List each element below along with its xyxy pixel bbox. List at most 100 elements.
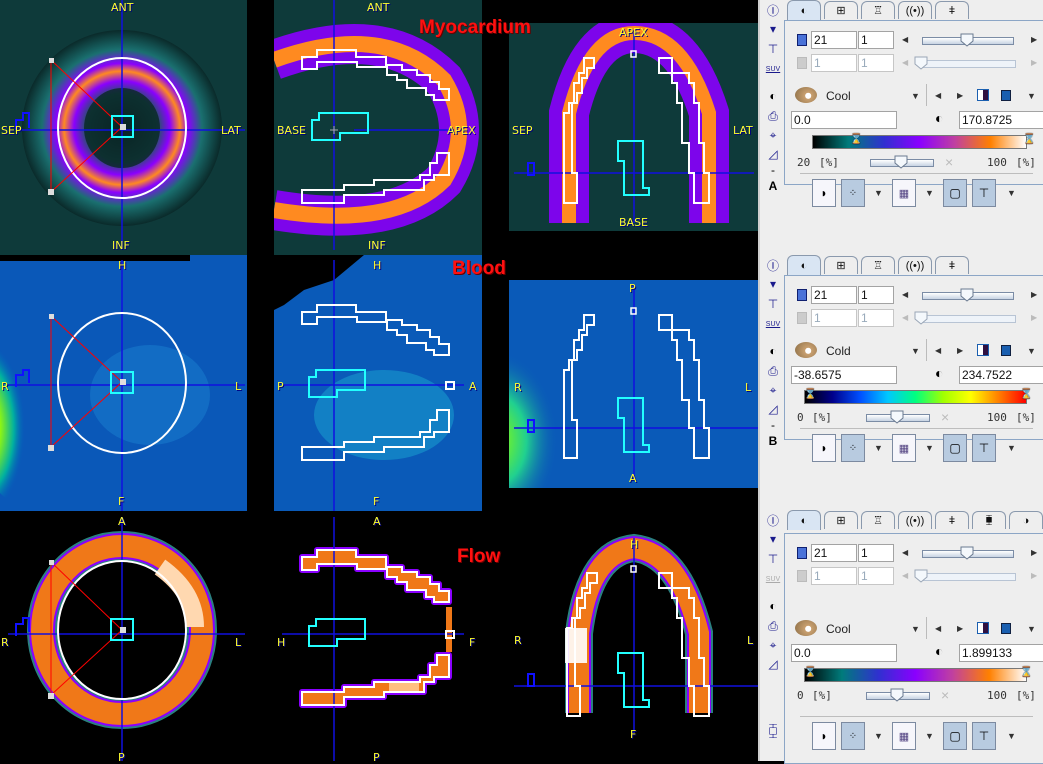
tab-display[interactable]: ◐ [787, 510, 821, 530]
colormap-dropdown[interactable]: ▼ [911, 91, 920, 101]
tab-3d[interactable]: ◑ [1009, 511, 1043, 529]
grid-dropdown[interactable]: ▼ [925, 731, 934, 741]
overlay-mode-button[interactable]: ◗ [812, 179, 836, 207]
tab-layout[interactable]: ⊞ [824, 511, 858, 529]
annotation-dropdown[interactable]: ▼ [1007, 731, 1016, 741]
annotation-button[interactable]: ⊤ [972, 179, 996, 207]
network-icon[interactable]: ⊤ [764, 41, 782, 57]
slice-slider-thumb[interactable] [960, 546, 974, 560]
blood-sagittal-view[interactable]: H F P A [274, 255, 482, 511]
contour-button[interactable]: ▢ [943, 179, 967, 207]
blood-coronal-view[interactable]: P A R L [509, 280, 758, 488]
grid-button[interactable]: ▦ [892, 179, 916, 207]
suv-icon[interactable]: SUV [764, 61, 782, 77]
crosshair-icon[interactable]: ⌖ [764, 637, 782, 653]
tab-tools[interactable]: ǂ [935, 1, 969, 19]
max-value-field[interactable]: 1.899133 [959, 644, 1043, 662]
tab-segmentation[interactable]: ♖ [861, 1, 895, 19]
crosshair-icon[interactable]: ⌖ [764, 127, 782, 143]
roi-display-dropdown[interactable]: ▼ [874, 731, 883, 741]
colormap-prev-button[interactable]: ◀ [935, 625, 941, 633]
roi-display-button[interactable]: ⁘ [841, 179, 865, 207]
network-icon[interactable]: ⊤ [764, 296, 782, 312]
colorbar-upper-handle[interactable]: ⌛ [1020, 389, 1032, 400]
roi-display-button[interactable]: ⁘ [841, 434, 865, 462]
colormap-name[interactable]: Cool [826, 622, 851, 636]
tab-segmentation[interactable]: ♖ [861, 256, 895, 274]
annotation-button[interactable]: ⊤ [972, 434, 996, 462]
colorbar[interactable] [804, 390, 1027, 404]
grid-button[interactable]: ▦ [892, 722, 916, 750]
suv-icon[interactable]: SUV [764, 316, 782, 332]
slice-next-button[interactable]: ▶ [1031, 291, 1037, 299]
colormap-prev-button[interactable]: ◀ [935, 92, 941, 100]
gamma-slider-thumb[interactable] [890, 410, 904, 424]
gamma-slider-thumb[interactable] [894, 155, 908, 169]
myocardium-short-axis-view[interactable]: ANT INF SEP LAT [0, 0, 247, 255]
colormap-options-dropdown[interactable]: ▼ [1027, 346, 1036, 356]
contour-button[interactable]: ▢ [943, 722, 967, 750]
colorbar[interactable] [812, 135, 1027, 149]
contrast-icon[interactable]: ◐ [764, 88, 782, 104]
overlay-mode-button[interactable]: ◗ [812, 722, 836, 750]
annotation-dropdown[interactable]: ▼ [1007, 188, 1016, 198]
slice-prev-button[interactable]: ◀ [902, 549, 908, 557]
auto-range-icon[interactable]: ◐ [935, 111, 943, 125]
colormap-dropdown[interactable]: ▼ [911, 346, 920, 356]
flow-sagittal-view[interactable]: A P H F [274, 512, 482, 761]
export-icon[interactable]: ⧮ [764, 722, 782, 739]
slice-number-field[interactable]: 21 [811, 31, 857, 49]
tab-segmentation[interactable]: ♖ [861, 511, 895, 529]
palette-icon[interactable] [795, 342, 817, 358]
info-icon[interactable]: Ⓘ [764, 512, 782, 528]
print-icon[interactable]: ⎙ [764, 618, 782, 634]
contrast-icon[interactable]: ◐ [764, 598, 782, 614]
info-icon[interactable]: Ⓘ [764, 257, 782, 273]
colorbar-lower-handle[interactable]: ⌛ [850, 134, 862, 145]
blood-transaxial-view[interactable]: H F R L [0, 255, 247, 511]
roi-display-dropdown[interactable]: ▼ [874, 443, 883, 453]
tab-dynamic[interactable]: ((•)) [898, 1, 932, 19]
reset-gamma-icon[interactable]: × [941, 687, 949, 703]
annotation-button[interactable]: ⊤ [972, 722, 996, 750]
slice-prev-button[interactable]: ◀ [902, 291, 908, 299]
slice-slider-thumb[interactable] [960, 288, 974, 302]
print-icon[interactable]: ⎙ [764, 108, 782, 124]
reset-gamma-icon[interactable]: × [945, 154, 953, 170]
colorbar-upper-handle[interactable]: ⌛ [1023, 134, 1035, 145]
histogram-icon[interactable]: ◿ [764, 401, 782, 417]
tab-dynamic[interactable]: ((•)) [898, 256, 932, 274]
min-value-field[interactable]: 0.0 [791, 644, 897, 662]
slice-number-field[interactable]: 21 [811, 544, 857, 562]
roi-display-dropdown[interactable]: ▼ [874, 188, 883, 198]
tab-dynamic[interactable]: ((•)) [898, 511, 932, 529]
colormap-next-button[interactable]: ▶ [957, 92, 963, 100]
tab-layout[interactable]: ⊞ [824, 256, 858, 274]
min-value-field[interactable]: 0.0 [791, 111, 897, 129]
tab-tools[interactable]: ǂ [935, 256, 969, 274]
contrast-icon[interactable]: ◐ [764, 343, 782, 359]
overlay-mode-button[interactable]: ◗ [812, 434, 836, 462]
dropdown-icon[interactable]: ▾ [764, 531, 782, 547]
min-value-field[interactable]: -38.6575 [791, 366, 897, 384]
colorbar-upper-handle[interactable]: ⌛ [1020, 667, 1032, 678]
colormap-next-button[interactable]: ▶ [957, 347, 963, 355]
palette-icon[interactable] [795, 620, 817, 636]
colormap-prev-button[interactable]: ◀ [935, 347, 941, 355]
histogram-icon[interactable]: ◿ [764, 146, 782, 162]
myocardium-hla-view[interactable]: ANT INF BASE APEX [274, 0, 482, 255]
slice-number-field[interactable]: 21 [811, 286, 857, 304]
auto-range-icon[interactable]: ◐ [935, 644, 943, 658]
3d-box-icon[interactable] [1001, 345, 1011, 356]
crosshair-icon[interactable]: ⌖ [764, 382, 782, 398]
max-value-field[interactable]: 170.8725 [959, 111, 1043, 129]
colorbar[interactable] [804, 668, 1027, 682]
network-icon[interactable]: ⊤ [764, 551, 782, 567]
flow-coronal-view[interactable]: H F R L [509, 533, 758, 741]
dropdown-icon[interactable]: ▾ [764, 21, 782, 37]
frame-number-field[interactable]: 1 [858, 544, 894, 562]
tab-display[interactable]: ◐ [787, 0, 821, 20]
annotation-dropdown[interactable]: ▼ [1007, 443, 1016, 453]
colormap-next-button[interactable]: ▶ [957, 625, 963, 633]
roi-display-button[interactable]: ⁘ [841, 722, 865, 750]
